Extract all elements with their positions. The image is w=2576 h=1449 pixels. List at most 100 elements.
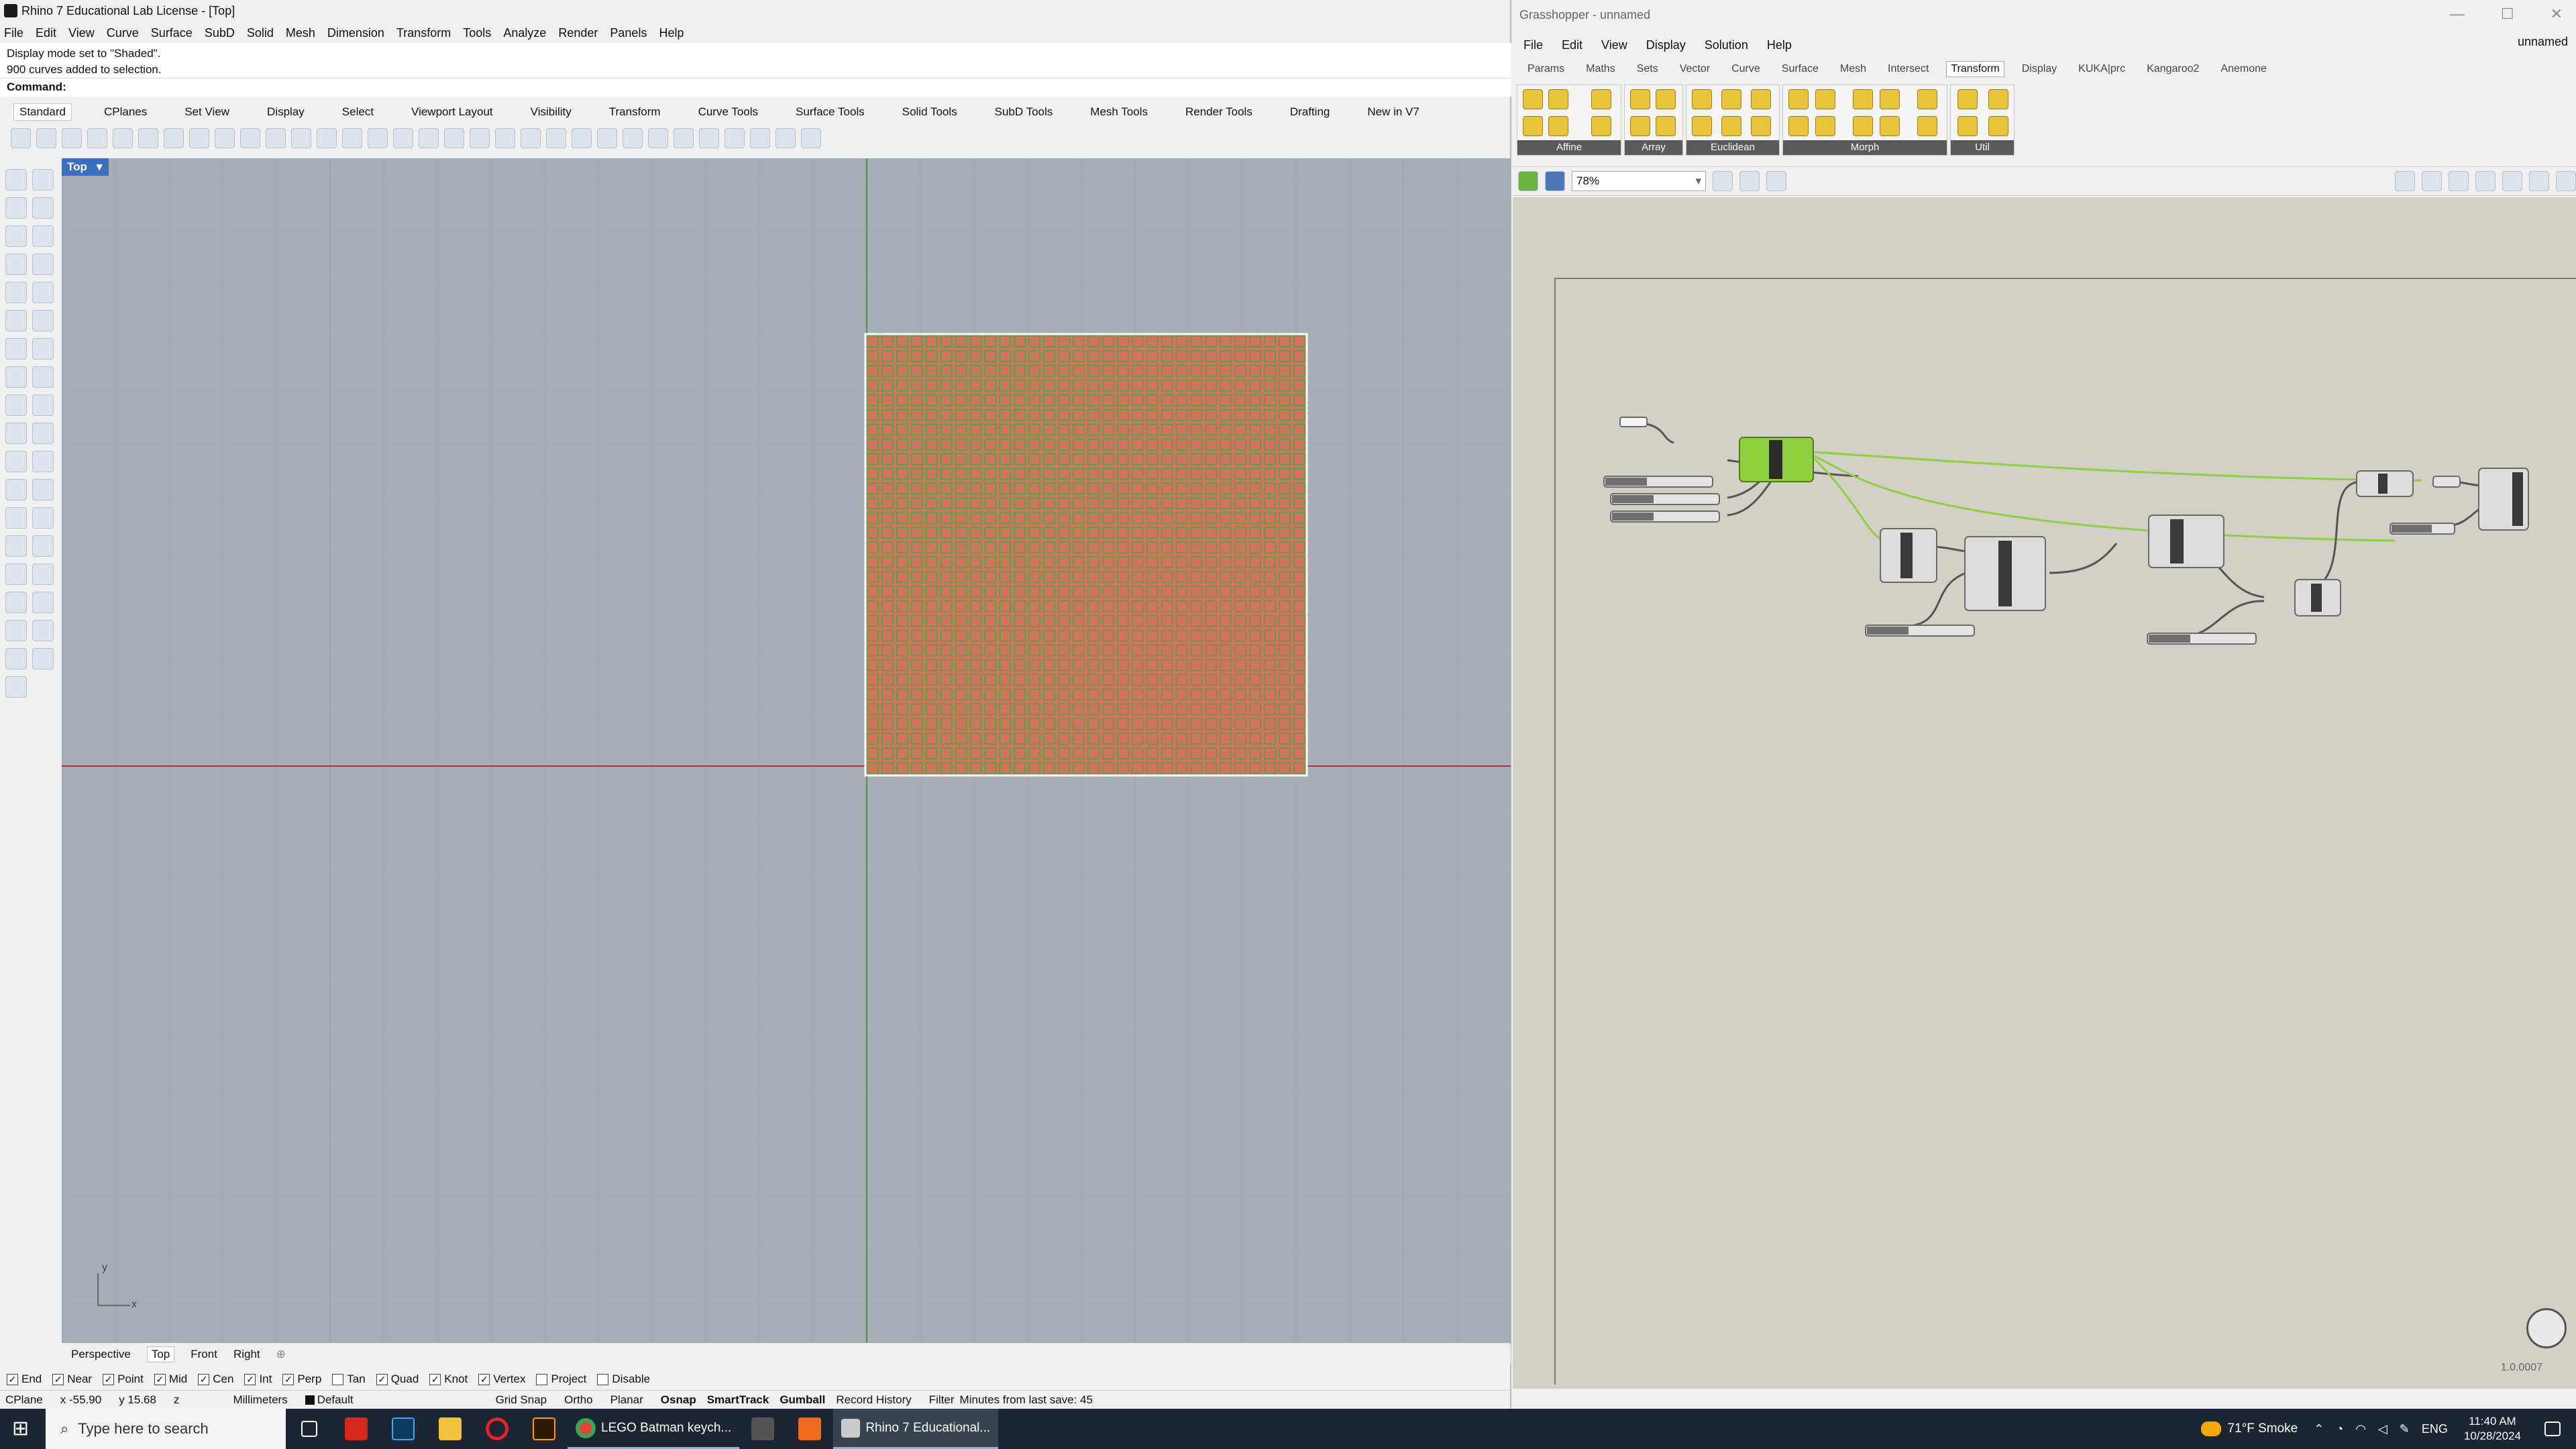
select-icon[interactable]: [5, 169, 27, 191]
number-slider[interactable]: [2390, 523, 2455, 535]
gh-tab-mesh[interactable]: Mesh: [1836, 62, 1870, 76]
menu-render[interactable]: Render: [558, 26, 598, 40]
hide-icon[interactable]: [470, 128, 490, 148]
component[interactable]: [2148, 515, 2224, 568]
layer-icon[interactable]: [32, 620, 54, 641]
undo-view-icon[interactable]: [393, 128, 413, 148]
gh-tab-vector[interactable]: Vector: [1676, 62, 1714, 76]
zoom-extents-icon[interactable]: [1713, 171, 1733, 191]
mesh-icon[interactable]: [5, 564, 27, 585]
viewport-tab-right[interactable]: Right: [233, 1348, 260, 1361]
transform-icon[interactable]: [1988, 116, 2008, 136]
sketch-icon[interactable]: [1766, 171, 1786, 191]
status-smarttrack[interactable]: SmartTrack: [707, 1393, 769, 1407]
move-away-icon[interactable]: [1751, 89, 1771, 109]
output-component[interactable]: [2478, 468, 2529, 531]
menu-analyze[interactable]: Analyze: [503, 26, 546, 40]
osnap-end[interactable]: ✓ End: [7, 1373, 42, 1386]
checkbox-icon[interactable]: ✓: [7, 1373, 18, 1385]
status-filter[interactable]: Filter: [929, 1393, 955, 1407]
curve-array-icon[interactable]: [1630, 89, 1650, 109]
mirror-icon[interactable]: [1692, 89, 1712, 109]
number-slider[interactable]: [2147, 633, 2257, 645]
tab-viewport-layout[interactable]: Viewport Layout: [406, 104, 498, 120]
volume-icon[interactable]: ◁: [2378, 1422, 2387, 1436]
save-icon[interactable]: [62, 128, 82, 148]
checkbox-icon[interactable]: ✓: [52, 1373, 64, 1385]
component[interactable]: [2356, 470, 2414, 497]
menu-mesh[interactable]: Mesh: [286, 26, 315, 40]
help-icon[interactable]: [801, 128, 821, 148]
clock[interactable]: 11:40 AM 10/28/2024: [2456, 1409, 2529, 1449]
status-gumball[interactable]: Gumball: [780, 1393, 825, 1407]
component[interactable]: [2432, 476, 2461, 488]
arc-icon[interactable]: [5, 254, 27, 275]
active-component[interactable]: [1739, 437, 1814, 482]
preview-wire-icon[interactable]: [2395, 171, 2415, 191]
polar-array-icon[interactable]: [1656, 89, 1676, 109]
gh-tab-sets[interactable]: Sets: [1633, 62, 1662, 76]
gumball-icon[interactable]: [5, 592, 27, 613]
menu-view[interactable]: View: [68, 26, 95, 40]
cut-icon[interactable]: [138, 128, 158, 148]
osnap-near[interactable]: ✓ Near: [52, 1373, 92, 1386]
minimize-icon[interactable]: —: [2450, 5, 2465, 23]
status-grid-snap[interactable]: Grid Snap: [496, 1393, 547, 1407]
map-surface-icon[interactable]: [1853, 89, 1873, 109]
osnap-int[interactable]: ✓ Int: [244, 1373, 272, 1386]
opera-icon[interactable]: [474, 1409, 521, 1449]
system-tray[interactable]: ⌃ ◔ ◠ ◁ ✎ ENG: [2306, 1409, 2456, 1449]
menu-transform[interactable]: Transform: [396, 26, 451, 40]
gh-tab-display[interactable]: Display: [2018, 62, 2061, 76]
status-units[interactable]: Millimeters: [233, 1393, 287, 1407]
viewport-tab-top[interactable]: Top: [146, 1346, 175, 1362]
zoom-icon[interactable]: [291, 128, 311, 148]
gh-menu-view[interactable]: View: [1601, 38, 1627, 52]
box-icon[interactable]: [5, 338, 27, 360]
number-slider[interactable]: [1610, 511, 1720, 523]
canvas-navigator-icon[interactable]: [2526, 1308, 2567, 1348]
snap-icon[interactable]: [5, 676, 27, 698]
preview-mesh-icon[interactable]: [2422, 171, 2442, 191]
osnap-project[interactable]: Project: [536, 1373, 586, 1386]
number-slider[interactable]: [1865, 625, 1975, 637]
split-icon[interactable]: [1988, 89, 2008, 109]
quality-icon[interactable]: [2502, 171, 2522, 191]
move-to-plane-icon[interactable]: [1692, 116, 1712, 136]
gh-tab-anemone[interactable]: Anemone: [2216, 62, 2271, 76]
tab-select[interactable]: Select: [337, 104, 379, 120]
checkbox-icon[interactable]: ✓: [198, 1373, 210, 1385]
layers-icon[interactable]: [546, 128, 566, 148]
shear-icon[interactable]: [1548, 116, 1568, 136]
checkbox-icon[interactable]: ✓: [154, 1373, 166, 1385]
boolean-icon[interactable]: [5, 394, 27, 416]
osnap-quad[interactable]: ✓ Quad: [376, 1373, 419, 1386]
box-map-icon[interactable]: [1591, 89, 1611, 109]
freeform-icon[interactable]: [5, 310, 27, 331]
task-view-icon[interactable]: [286, 1409, 333, 1449]
color-wheel-icon[interactable]: [623, 128, 643, 148]
checkbox-icon[interactable]: ✓: [244, 1373, 256, 1385]
rectangular-array-icon[interactable]: [1656, 116, 1676, 136]
project-icon[interactable]: [1523, 116, 1543, 136]
gh-tab-kuka[interactable]: KUKA|prc: [2074, 62, 2129, 76]
explode-icon[interactable]: [32, 451, 54, 472]
tab-standard[interactable]: Standard: [13, 103, 72, 121]
checkbox-icon[interactable]: [332, 1373, 344, 1385]
hatch-icon[interactable]: [5, 648, 27, 669]
circle-icon[interactable]: [5, 225, 27, 247]
checkbox-icon[interactable]: ✓: [282, 1373, 294, 1385]
menu-edit[interactable]: Edit: [36, 26, 56, 40]
stretch-icon[interactable]: [1880, 89, 1900, 109]
viewport-tab-front[interactable]: Front: [191, 1348, 217, 1361]
gh-menu-edit[interactable]: Edit: [1562, 38, 1582, 52]
lock-icon[interactable]: [521, 128, 541, 148]
tab-transform[interactable]: Transform: [604, 104, 666, 120]
rotate-axis-icon[interactable]: [1751, 116, 1771, 136]
language-indicator[interactable]: ENG: [2422, 1422, 2448, 1436]
taskbar-search[interactable]: ⌕ Type here to search: [46, 1409, 286, 1449]
print-icon[interactable]: [87, 128, 107, 148]
checkbox-icon[interactable]: ✓: [376, 1373, 388, 1385]
osnap-point[interactable]: ✓ Point: [103, 1373, 144, 1386]
options-icon[interactable]: [775, 128, 796, 148]
